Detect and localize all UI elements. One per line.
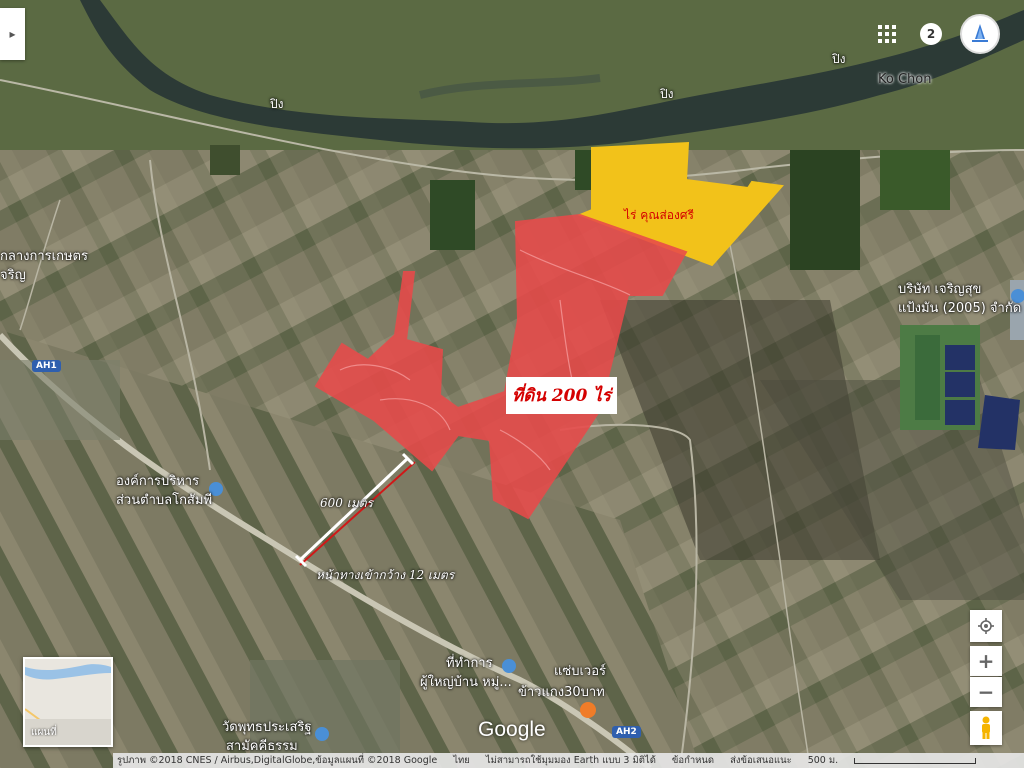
street-view-pegman-button[interactable] xyxy=(970,711,1002,745)
river-label: ปิง xyxy=(660,87,674,101)
zoom-out-button[interactable]: − xyxy=(970,677,1002,707)
place-label-sao: องค์การบริหาร xyxy=(116,474,200,489)
avatar-logo-icon xyxy=(972,24,988,42)
river-label: ปิง xyxy=(270,97,284,111)
place-label-shop: ข้าวแกง30บาท xyxy=(518,685,605,700)
crosshair-icon xyxy=(978,618,994,634)
route-shield-ah1: AH1 xyxy=(32,360,61,372)
plot-200-callout: ที่ดิน 200 ไร่ xyxy=(506,377,617,414)
neighbor-plot-label: ไร่ คุณส่องศรี xyxy=(624,208,694,222)
place-label-temple: วัดพุทธประเสริฐ xyxy=(222,720,312,735)
river-label: ปิง xyxy=(832,52,846,66)
side-panel-toggle[interactable]: ▸ xyxy=(0,8,25,60)
route-shield-ah2: AH2 xyxy=(612,726,641,738)
place-label-company: บริษัท เจริญสุข xyxy=(898,282,982,297)
place-label-sao: ส่วนตำบลโกสัมพี xyxy=(116,493,213,508)
earth-notice: ไม่สามารถใช้มุมมอง Earth แบบ 3 มิติได้ xyxy=(485,755,656,766)
avatar[interactable] xyxy=(960,14,1000,54)
distance-label: 600 เมตร xyxy=(320,496,373,510)
place-label-agri-center: กลางการเกษตร xyxy=(0,249,88,264)
place-label-company: แป้งมัน (2005) จำกัด xyxy=(898,301,1022,316)
map-layer-switcher[interactable]: แผนที่ xyxy=(23,657,113,747)
apps-grid-icon[interactable] xyxy=(872,19,902,49)
language-link[interactable]: ไทย xyxy=(453,753,470,768)
zoom-in-button[interactable]: + xyxy=(970,646,1002,676)
scale-label[interactable]: 500 ม. xyxy=(808,753,838,768)
scale-bar xyxy=(854,757,977,764)
attribution-bar: รูปภาพ ©2018 CNES / Airbus,DigitalGlobe,… xyxy=(113,753,1024,768)
place-label-office: ที่ทำการ xyxy=(446,656,493,671)
notification-badge[interactable]: 2 xyxy=(920,23,942,45)
my-location-button[interactable] xyxy=(970,610,1002,642)
road-width-label: หน้าทางเข้ากว้าง 12 เมตร xyxy=(316,568,455,582)
google-logo: Google xyxy=(478,718,546,741)
pegman-icon xyxy=(982,716,990,739)
minimap-label: แผนที่ xyxy=(31,727,57,738)
place-label-office: ผู้ใหญ่บ้าน หมู่... xyxy=(420,675,512,690)
place-label-ko-chon: Ko Chon xyxy=(878,72,932,87)
imagery-attribution: รูปภาพ ©2018 CNES / Airbus,DigitalGlobe,… xyxy=(117,755,438,766)
place-label-agri-center: จริญ xyxy=(0,268,26,283)
terms-link[interactable]: ข้อกำหนด xyxy=(672,753,714,768)
restaurant-pin-icon[interactable] xyxy=(580,702,596,718)
place-label-shop: แซ่บเวอร์ xyxy=(554,664,606,679)
temple-pin-icon[interactable] xyxy=(315,727,329,741)
feedback-link[interactable]: ส่งข้อเสนอแนะ xyxy=(730,753,792,768)
